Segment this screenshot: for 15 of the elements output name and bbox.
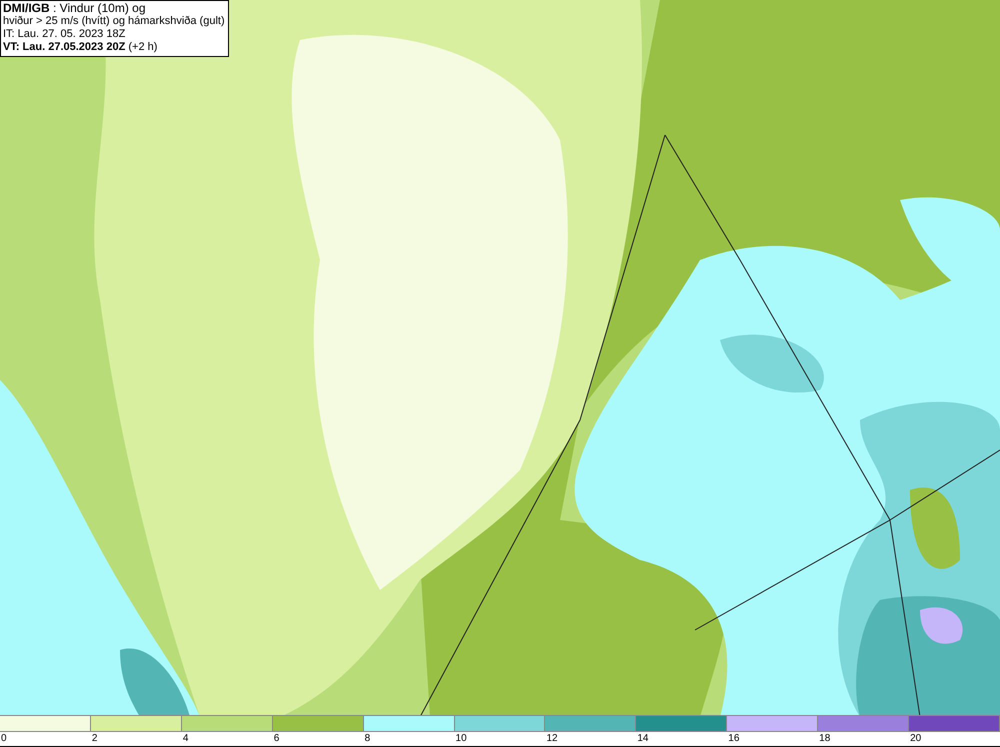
legend-tick-label: 12 — [545, 732, 558, 746]
legend-tick-label: 6 — [272, 732, 280, 746]
legend-tick-label: 4 — [182, 732, 188, 746]
legend-tick-label: 10 — [454, 732, 467, 746]
legend-tick-label: 2 — [90, 732, 98, 746]
legend-tick-label: 14 — [636, 732, 648, 746]
header-text: DMI/IGB : Vindur (10m) og — [3, 2, 146, 15]
header-text: VT: Lau. 27.05.2023 20Z (+2 h) — [3, 41, 158, 54]
legend-tick-label: 16 — [727, 732, 740, 746]
legend-tick-label: 20 — [909, 732, 922, 746]
header-text: IT: Lau. 27. 05. 2023 18Z — [3, 28, 126, 41]
legend-tick-label: 18 — [818, 732, 830, 746]
legend-tick-label: 0 — [0, 732, 7, 746]
legend-tick-label: 8 — [364, 732, 370, 746]
header-text: hviður > 25 m/s (hvítt) og hámarkshviða (gult) — [3, 15, 225, 28]
